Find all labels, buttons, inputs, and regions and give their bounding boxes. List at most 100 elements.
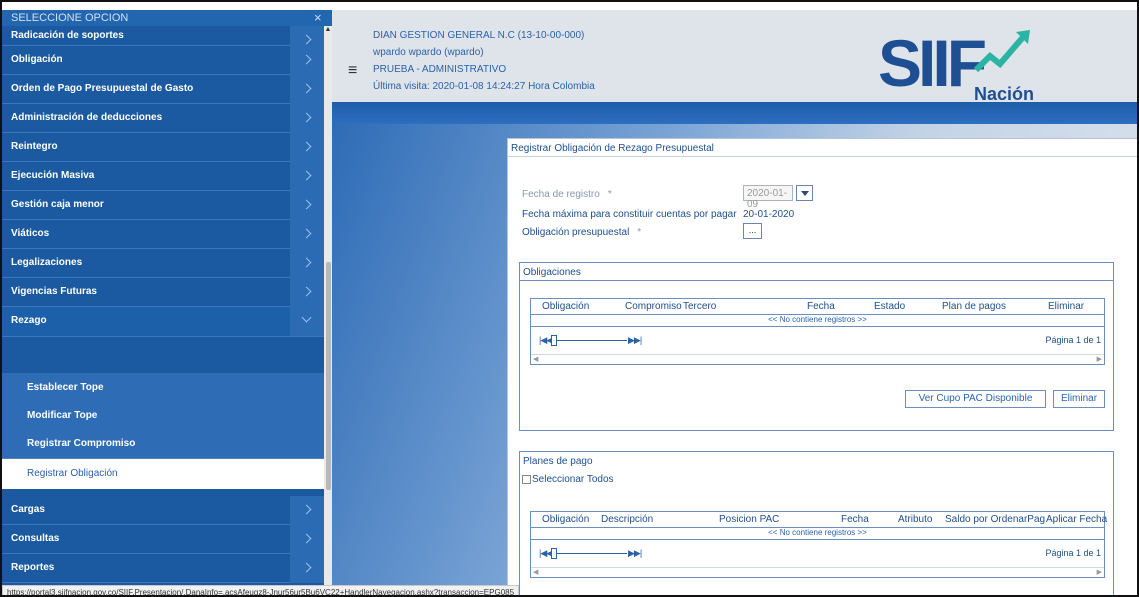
col-plan-pagos[interactable]: Plan de pagos bbox=[942, 301, 1006, 312]
sidebar-item-ejecucion-masiva[interactable]: Ejecución Masiva bbox=[2, 162, 324, 191]
chevron-right-icon[interactable] bbox=[290, 46, 324, 75]
chevron-right-icon[interactable] bbox=[290, 133, 324, 162]
date-dropdown-button[interactable] bbox=[796, 185, 813, 201]
sidebar-item-reportes[interactable]: Reportes bbox=[2, 554, 324, 583]
scroll-up-icon[interactable]: ▲ bbox=[324, 26, 332, 33]
chevron-down-icon[interactable] bbox=[290, 307, 324, 336]
logo-subtext: Nación bbox=[974, 84, 1034, 104]
sidebar-item-label: Reportes bbox=[11, 562, 55, 573]
col-estado[interactable]: Estado bbox=[874, 301, 905, 312]
sidebar-title: SELECCIONE OPCION bbox=[11, 12, 129, 24]
pager-track bbox=[553, 340, 627, 341]
sidebar-scroll-thumb[interactable] bbox=[326, 262, 331, 490]
fecha-registro-input[interactable]: 2020-01-09 bbox=[743, 185, 793, 210]
sidebar-item-radicacion[interactable]: Radicación de soportes bbox=[2, 26, 324, 46]
obligaciones-title: Obligaciones bbox=[520, 263, 1113, 281]
select-all-label: Seleccionar Todos bbox=[532, 474, 614, 485]
col-saldo[interactable]: Saldo por OrdenarPag bbox=[945, 514, 1045, 525]
close-icon[interactable]: × bbox=[314, 10, 322, 25]
hamburger-menu-icon[interactable]: ≡ bbox=[348, 62, 357, 80]
sidebar-item-legalizaciones[interactable]: Legalizaciones bbox=[2, 249, 324, 278]
sidebar-item-label: Reintegro bbox=[11, 141, 58, 152]
sidebar-item-vigencias-futuras[interactable]: Vigencias Futuras bbox=[2, 278, 324, 307]
sidebar-subitem-registrar-compromiso[interactable]: Registrar Compromiso bbox=[2, 429, 324, 459]
select-all-checkbox[interactable] bbox=[522, 474, 531, 484]
obligaciones-grid-header: Obligación Compromiso Tercero Fecha Esta… bbox=[531, 299, 1104, 315]
form-title: Registrar Obligación de Rezago Presupues… bbox=[508, 139, 1137, 157]
select-all-row[interactable]: Seleccionar Todos bbox=[522, 474, 614, 485]
chevron-right-icon[interactable] bbox=[290, 249, 324, 278]
chevron-right-icon[interactable] bbox=[290, 191, 324, 220]
chevron-right-icon[interactable] bbox=[290, 75, 324, 104]
col-fecha[interactable]: Fecha bbox=[841, 514, 869, 525]
fecha-maxima-label: Fecha máxima para constituir cuentas por… bbox=[522, 209, 737, 220]
obligaciones-empty-message: << No contiene registros >> bbox=[531, 315, 1104, 327]
col-obligacion[interactable]: Obligación bbox=[542, 514, 589, 525]
col-descripcion[interactable]: Descripción bbox=[601, 514, 653, 525]
sidebar-item-label: Legalizaciones bbox=[11, 257, 83, 268]
planes-pago-group: Planes de pago Seleccionar Todos Obligac… bbox=[519, 451, 1114, 595]
planes-hscroll[interactable]: ◀ ▶ bbox=[531, 568, 1104, 577]
sidebar-item-rezago[interactable]: Rezago bbox=[2, 307, 324, 337]
sidebar-item-viaticos[interactable]: Viáticos bbox=[2, 220, 324, 249]
col-atributo[interactable]: Atributo bbox=[898, 514, 932, 525]
chevron-right-icon[interactable] bbox=[290, 278, 324, 307]
obligacion-search-button[interactable]: ... bbox=[743, 223, 762, 239]
last-visit: Última visita: 2020-01-08 14:24:27 Hora … bbox=[373, 81, 595, 92]
sidebar-item-label: Cargas bbox=[11, 504, 45, 515]
obligaciones-hscroll[interactable]: ◀ ▶ bbox=[531, 355, 1104, 364]
sidebar-subitem-modificar-tope[interactable]: Modificar Tope bbox=[2, 401, 324, 431]
col-fecha[interactable]: Fecha bbox=[807, 301, 835, 312]
chevron-right-icon[interactable] bbox=[290, 104, 324, 133]
sidebar-item-orden-pago[interactable]: Orden de Pago Presupuestal de Gasto bbox=[2, 75, 324, 104]
pager-slider-thumb[interactable] bbox=[551, 335, 557, 346]
chevron-right-icon[interactable] bbox=[290, 26, 324, 46]
col-aplicar-fecha[interactable]: Aplicar Fecha bbox=[1046, 514, 1107, 525]
scroll-left-icon[interactable]: ◀ bbox=[533, 568, 538, 576]
planes-title: Planes de pago bbox=[523, 456, 593, 467]
sidebar-item-consultas[interactable]: Consultas bbox=[2, 525, 324, 554]
next-last-page-icon[interactable]: ▶▶| bbox=[628, 335, 642, 346]
planes-grid: Obligación Descripción Posicion PAC Fech… bbox=[530, 511, 1107, 578]
chevron-right-icon[interactable] bbox=[290, 525, 324, 554]
chevron-right-icon[interactable] bbox=[290, 554, 324, 583]
sidebar-header: SELECCIONE OPCION × bbox=[2, 10, 332, 26]
sidebar-item-label: Gestión caja menor bbox=[11, 199, 104, 210]
fecha-maxima-value: 20-01-2020 bbox=[743, 209, 795, 220]
sidebar-subitem-establecer-tope[interactable]: Establecer Tope bbox=[2, 373, 324, 403]
sidebar-subitem-label: Registrar Compromiso bbox=[27, 438, 136, 449]
sidebar-subitem-registrar-obligacion[interactable]: Registrar Obligación bbox=[2, 459, 324, 489]
planes-grid-header: Obligación Descripción Posicion PAC Fech… bbox=[531, 512, 1107, 528]
planes-pager: |◀◀ ▶▶| Página 1 de 1 bbox=[531, 540, 1104, 568]
sidebar-item-cargas[interactable]: Cargas bbox=[2, 496, 324, 525]
sidebar-item-label: Obligación bbox=[11, 54, 63, 65]
status-url-bar: https://portal3.siifnacion.gov.co/SIIF.P… bbox=[2, 585, 520, 595]
col-posicion-pac[interactable]: Posicion PAC bbox=[719, 514, 779, 525]
scroll-left-icon[interactable]: ◀ bbox=[533, 355, 538, 363]
col-obligacion[interactable]: Obligación bbox=[542, 301, 589, 312]
page-label: Página 1 de 1 bbox=[1045, 335, 1101, 345]
siif-logo: SIIF Nación bbox=[878, 26, 1034, 104]
sidebar-subitem-label: Modificar Tope bbox=[27, 410, 98, 421]
col-eliminar[interactable]: Eliminar bbox=[1048, 301, 1084, 312]
sidebar-item-obligacion[interactable]: Obligación bbox=[2, 46, 324, 75]
sidebar-item-caja-menor[interactable]: Gestión caja menor bbox=[2, 191, 324, 220]
next-last-page-icon[interactable]: ▶▶| bbox=[628, 548, 642, 559]
pager-slider-thumb[interactable] bbox=[551, 548, 557, 559]
entity-name: DIAN GESTION GENERAL N.C (13-10-00-000) bbox=[373, 30, 585, 41]
page-label: Página 1 de 1 bbox=[1045, 548, 1101, 558]
sidebar-item-label: Vigencias Futuras bbox=[11, 286, 97, 297]
eliminar-button[interactable]: Eliminar bbox=[1053, 390, 1105, 408]
scroll-right-icon[interactable]: ▶ bbox=[1097, 568, 1102, 576]
sidebar-item-reintegro[interactable]: Reintegro bbox=[2, 133, 324, 162]
chevron-right-icon[interactable] bbox=[290, 220, 324, 249]
scroll-right-icon[interactable]: ▶ bbox=[1097, 355, 1102, 363]
col-compromiso[interactable]: Compromiso bbox=[625, 301, 682, 312]
chevron-right-icon[interactable] bbox=[290, 496, 324, 525]
sidebar-item-deducciones[interactable]: Administración de deducciones bbox=[2, 104, 324, 133]
planes-empty-message: << No contiene registros >> bbox=[531, 528, 1104, 540]
chevron-right-icon[interactable] bbox=[290, 162, 324, 191]
col-tercero[interactable]: Tercero bbox=[683, 301, 716, 312]
title-band bbox=[332, 102, 1137, 124]
ver-cupo-pac-button[interactable]: Ver Cupo PAC Disponible bbox=[905, 390, 1046, 408]
